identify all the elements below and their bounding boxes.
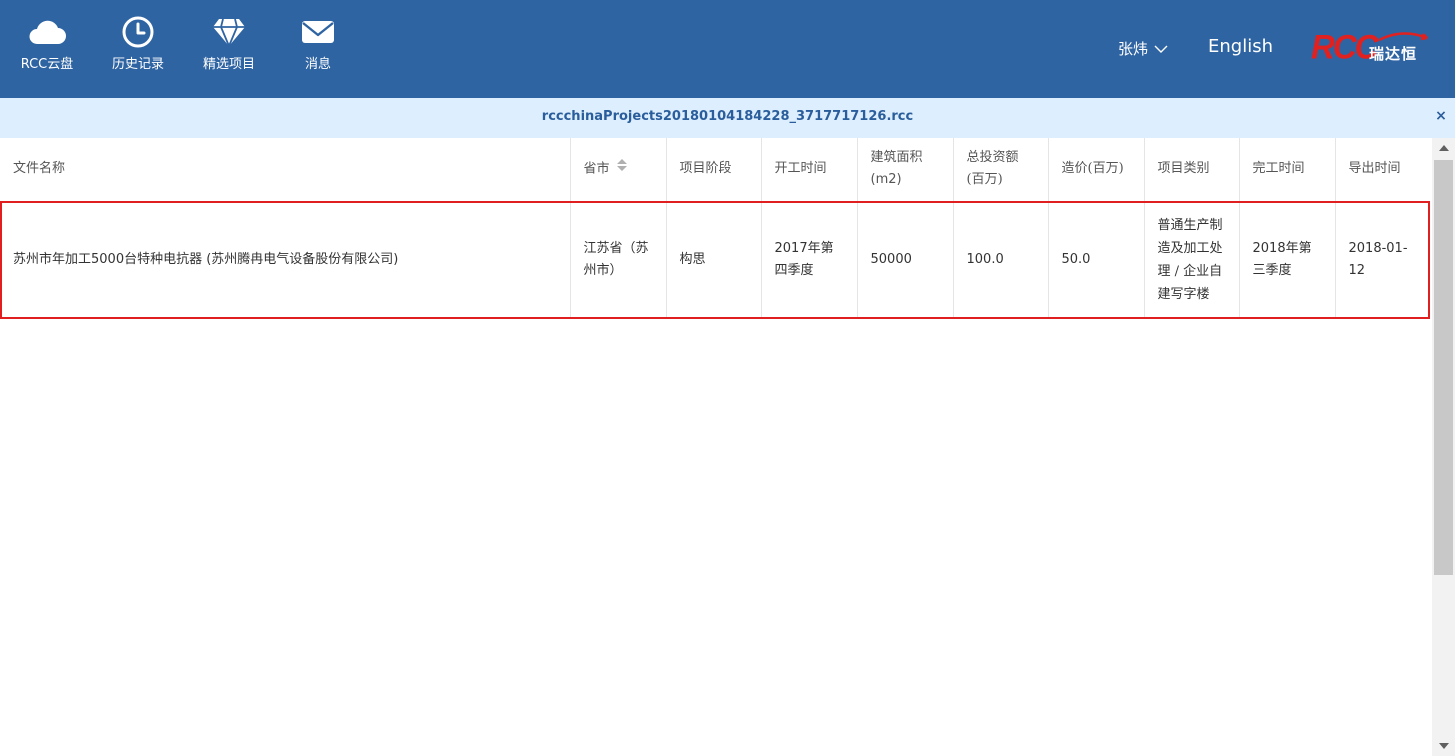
header-label: 导出时间 [1348,161,1401,177]
nav-label-featured-projects: 精选项目 [202,57,255,72]
nav-label-history: 历史记录 [111,57,164,72]
header-label: 项目类别 [1157,161,1210,177]
file-name: rccchinaProjects20180104184228_371771712… [541,109,914,124]
cell-building-area: 50000 [856,201,953,319]
cell-cost: 50.0 [1047,201,1144,319]
header-label: 建筑面积(m2) [870,150,923,188]
cell-province: 江苏省（苏州市） [569,201,666,319]
cell-start-time: 2017年第四季度 [760,201,857,319]
header-label: 总投资额(百万) [966,150,1019,188]
envelope-icon [298,14,338,50]
header-label: 完工时间 [1252,161,1305,177]
column-header-completion-time[interactable]: 完工时间 [1238,138,1335,202]
table-row[interactable]: 苏州市年加工5000台特种电抗器 (苏州腾冉电气设备股份有限公司) 江苏省（苏州… [0,201,1430,319]
clock-icon [118,14,158,50]
nav-item-cloud-disk[interactable]: RCC云盘 [18,0,76,98]
diamond-icon [209,14,249,50]
cell-investment: 100.0 [952,201,1048,319]
cell-export-time: 2018-01-12 [1334,201,1430,319]
header-label: 省市 [583,161,610,177]
column-header-cost[interactable]: 造价(百万) [1047,138,1144,202]
file-title-bar: rccchinaProjects20180104184228_371771712… [0,98,1455,138]
column-header-start-time[interactable]: 开工时间 [760,138,857,202]
sort-icon[interactable] [616,158,628,180]
cell-completion-time: 2018年第三季度 [1238,201,1335,319]
nav-item-history[interactable]: 历史记录 [108,0,168,98]
header-label: 项目阶段 [679,161,732,177]
column-header-building-area[interactable]: 建筑面积(m2) [856,138,953,202]
column-header-export-time[interactable]: 导出时间 [1334,138,1430,202]
logo-mark: RCC [1311,27,1378,66]
scroll-up-arrow-icon[interactable] [1432,138,1455,158]
user-name: 张炜 [1118,40,1149,58]
nav-item-featured-projects[interactable]: 精选项目 [199,0,259,98]
cell-file-name: 苏州市年加工5000台特种电抗器 (苏州腾冉电气设备股份有限公司) [13,252,399,268]
column-header-total-investment[interactable]: 总投资额(百万) [952,138,1048,202]
nav-label-messages: 消息 [304,57,331,72]
nav-item-messages[interactable]: 消息 [296,0,340,98]
top-navigation-bar: RCC云盘 历史记录 精选项目 消息 张炜 English RCC 瑞达恒 [0,0,1455,98]
column-header-stage[interactable]: 项目阶段 [665,138,761,202]
project-table-container: 文件名称 省市 项目阶段 开工时间 建筑面积(m2) 总投资额(百万) 造价(百… [0,138,1432,756]
header-label: 文件名称 [13,161,66,177]
nav-label-cloud-disk: RCC云盘 [20,57,74,72]
rcc-logo: RCC 瑞达恒 [1311,27,1428,66]
close-file-button[interactable]: × [1433,108,1449,126]
logo-chinese-name: 瑞达恒 [1369,45,1418,63]
chevron-down-icon [1154,40,1168,58]
vertical-scrollbar[interactable] [1432,138,1455,756]
scroll-down-arrow-icon[interactable] [1432,736,1455,756]
column-header-project-category[interactable]: 项目类别 [1143,138,1239,202]
logo-swoosh-icon [1378,32,1428,42]
table-header-row: 文件名称 省市 项目阶段 开工时间 建筑面积(m2) 总投资额(百万) 造价(百… [0,138,1430,202]
cell-project-category: 普通生产制造及加工处理 / 企业自建写字楼 [1143,201,1239,319]
cell-stage: 构思 [665,201,761,319]
scrollbar-thumb[interactable] [1434,160,1453,575]
language-switch-link[interactable]: English [1208,36,1273,57]
column-header-file-name[interactable]: 文件名称 [0,138,570,202]
header-label: 开工时间 [774,161,827,177]
header-label: 造价(百万) [1061,161,1124,177]
project-table: 文件名称 省市 项目阶段 开工时间 建筑面积(m2) 总投资额(百万) 造价(百… [0,138,1430,319]
column-header-province[interactable]: 省市 [569,138,666,202]
user-menu[interactable]: 张炜 [1118,38,1168,59]
cloud-icon [27,14,67,50]
